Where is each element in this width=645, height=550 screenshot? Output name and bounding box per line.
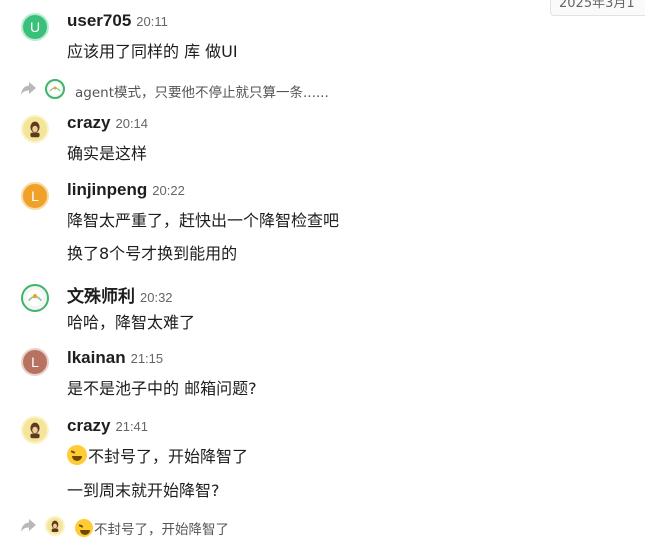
message-text-content: 不封号了，开始降智了 [88,447,249,466]
message-header: lkainan 21:15 [67,348,163,368]
flower-avatar-icon [26,289,44,307]
monkey-avatar-icon [51,520,59,532]
message-header: linjinpeng 20:22 [67,180,185,200]
timestamp: 20:22 [152,183,185,198]
timestamp: 20:11 [136,14,168,29]
username[interactable]: lkainan [67,348,126,367]
reply-avatar [45,516,65,536]
message-text: 是不是池子中的 邮箱问题? [67,379,257,398]
timestamp: 20:14 [115,116,149,131]
message-header: 文殊师利 20:32 [67,282,173,307]
avatar[interactable] [21,284,49,312]
username[interactable]: user705 [67,11,131,30]
reply-preview-text: 不封号了，开始降智了 [94,522,229,538]
date-divider-chip: 2025年3月1 [550,0,645,16]
monkey-avatar-icon [30,121,40,138]
avatar[interactable]: L [21,348,49,376]
username[interactable]: 文殊师利 [67,287,135,306]
message-text: 哈哈，降智太难了 [67,313,196,332]
avatar[interactable]: U [21,13,49,41]
monkey-avatar-icon [30,422,40,439]
message-header: crazy 21:41 [67,416,148,436]
message-text: 降智太严重了，赶快出一个降智检查吧 [67,211,340,230]
avatar[interactable] [21,416,49,444]
timestamp: 21:41 [115,419,149,434]
avatar[interactable]: L [21,182,49,210]
message-text: 应该用了同样的 库 做UI [67,42,238,61]
username[interactable]: crazy [67,416,110,435]
reply-preview-text: agent模式，只要他不停止就只算一条...... [75,85,329,101]
reply-preview: 不封号了，开始降智了 [75,518,229,538]
username[interactable]: linjinpeng [67,180,147,199]
reply-arrow-icon [21,519,36,532]
reply-arrow-icon [21,82,36,95]
avatar[interactable] [21,115,49,143]
message-header: crazy 20:14 [67,113,148,133]
rolling-laughing-emoji-icon [75,519,93,537]
message-text: 一到周末就开始降智? [67,481,220,500]
timestamp: 21:15 [130,351,164,366]
message-text: 换了8个号才换到能用的 [67,244,238,263]
flower-avatar-icon [49,83,61,95]
reply-avatar [45,79,65,99]
message-header: user705 20:11 [67,11,168,31]
message-text: 不封号了，开始降智了 [67,443,248,467]
rolling-laughing-emoji-icon [67,445,87,465]
username[interactable]: crazy [67,113,110,132]
message-text: 确实是这样 [67,144,148,163]
timestamp: 20:32 [140,290,173,305]
